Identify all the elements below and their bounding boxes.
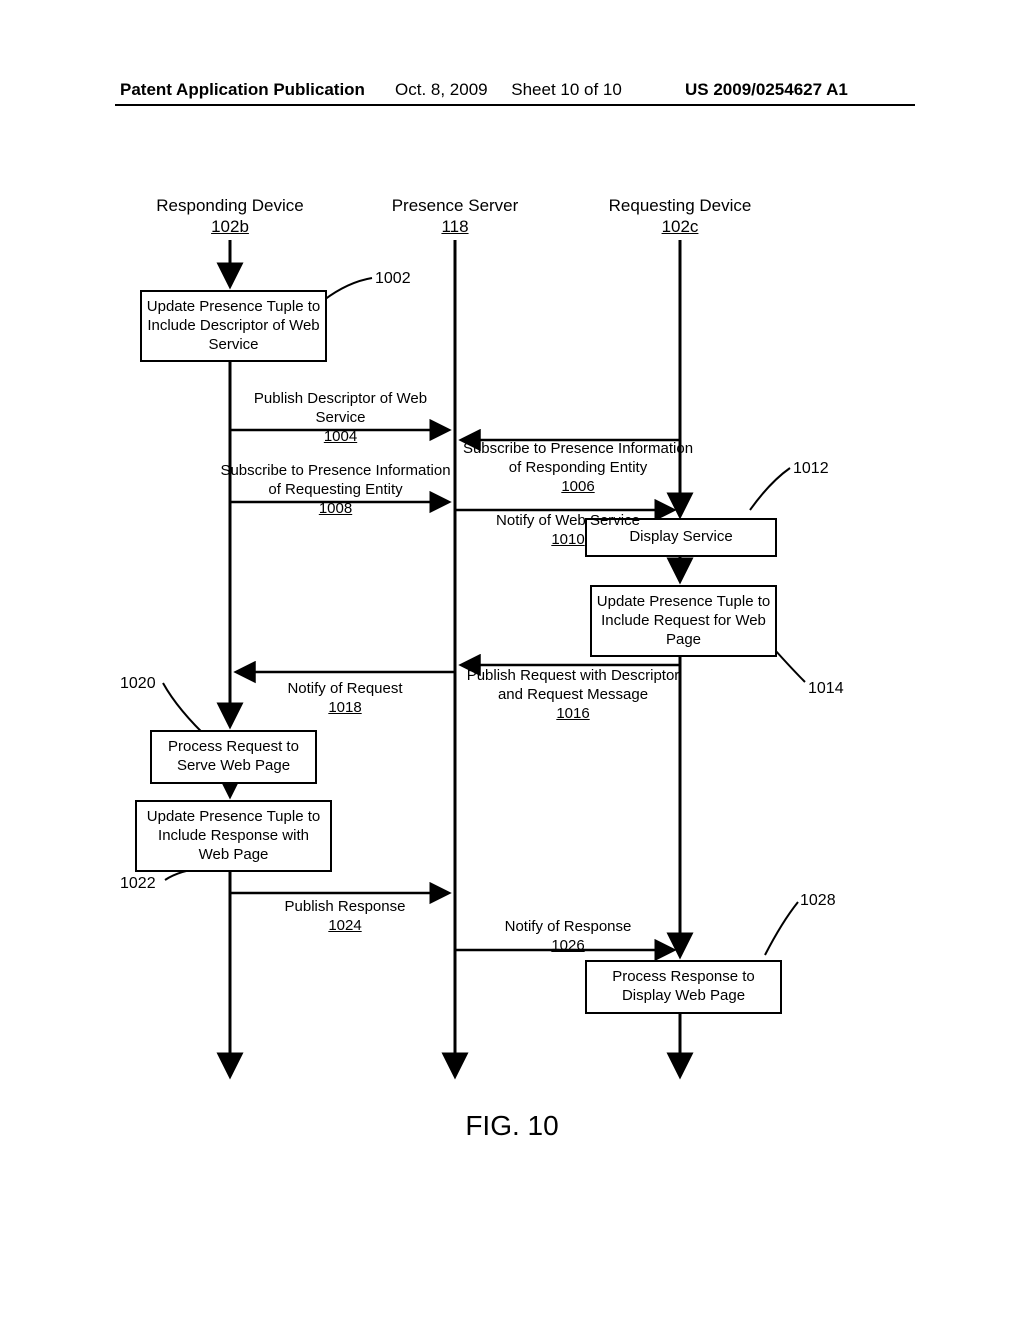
msg-ref: 1006: [561, 478, 594, 495]
header-right: US 2009/0254627 A1: [685, 80, 848, 100]
label-1028: 1028: [800, 892, 836, 910]
box-process-request: Process Request to Serve Web Page: [150, 730, 317, 784]
lane-name: Presence Server: [392, 196, 519, 215]
msg-ref: 1026: [551, 937, 584, 954]
label-1014: 1014: [808, 680, 844, 698]
msg-subscribe-requesting: Subscribe to Presence Information of Req…: [218, 462, 453, 518]
msg-text: Subscribe to Presence Information of Req…: [220, 462, 450, 498]
msg-publish-response: Publish Response 1024: [245, 898, 445, 936]
header-date: Oct. 8, 2009: [395, 80, 488, 99]
box-update-tuple-descriptor: Update Presence Tuple to Include Descrip…: [140, 290, 327, 362]
msg-subscribe-responding: Subscribe to Presence Information of Res…: [458, 440, 698, 496]
box-update-tuple-request: Update Presence Tuple to Include Request…: [590, 585, 777, 657]
msg-ref: 1018: [328, 699, 361, 716]
lane-title-responding: Responding Device 102b: [130, 195, 330, 238]
lane-ref: 118: [441, 217, 468, 236]
msg-text: Subscribe to Presence Information of Res…: [463, 440, 693, 476]
label-1012: 1012: [793, 460, 829, 478]
lane-name: Requesting Device: [609, 196, 752, 215]
lane-ref: 102b: [211, 217, 249, 236]
lane-name: Responding Device: [156, 196, 303, 215]
msg-text: Notify of Response: [505, 918, 632, 935]
msg-text: Publish Response: [285, 898, 406, 915]
msg-ref: 1010: [551, 531, 584, 548]
msg-ref: 1024: [328, 917, 361, 934]
lane-ref: 102c: [662, 217, 699, 236]
msg-notify-web-service: Notify of Web Service 1010: [468, 512, 668, 550]
label-1002: 1002: [375, 270, 411, 288]
msg-notify-request: Notify of Request 1018: [245, 680, 445, 718]
header-left: Patent Application Publication: [120, 80, 365, 100]
msg-text: Notify of Web Service: [496, 512, 640, 529]
header-sheet: Sheet 10 of 10: [511, 80, 622, 99]
header-center: Oct. 8, 2009 Sheet 10 of 10: [395, 80, 622, 100]
msg-ref: 1004: [324, 428, 357, 445]
box-update-tuple-response: Update Presence Tuple to Include Respons…: [135, 800, 332, 872]
msg-ref: 1016: [556, 705, 589, 722]
msg-publish-descriptor: Publish Descriptor of Web Service 1004: [228, 390, 453, 446]
label-1022: 1022: [120, 875, 156, 893]
lane-title-presence: Presence Server 118: [355, 195, 555, 238]
msg-text: Notify of Request: [287, 680, 402, 697]
msg-publish-request: Publish Request with Descriptor and Requ…: [458, 667, 688, 723]
msg-notify-response: Notify of Response 1026: [468, 918, 668, 956]
lane-title-requesting: Requesting Device 102c: [580, 195, 780, 238]
msg-text: Publish Request with Descriptor and Requ…: [467, 667, 680, 703]
box-process-response: Process Response to Display Web Page: [585, 960, 782, 1014]
msg-ref: 1008: [319, 500, 352, 517]
label-1020: 1020: [120, 675, 156, 693]
msg-text: Publish Descriptor of Web Service: [254, 390, 427, 426]
header-rule: [115, 104, 915, 106]
figure-title: FIG. 10: [0, 1110, 1024, 1142]
page: Patent Application Publication Oct. 8, 2…: [0, 0, 1024, 1320]
